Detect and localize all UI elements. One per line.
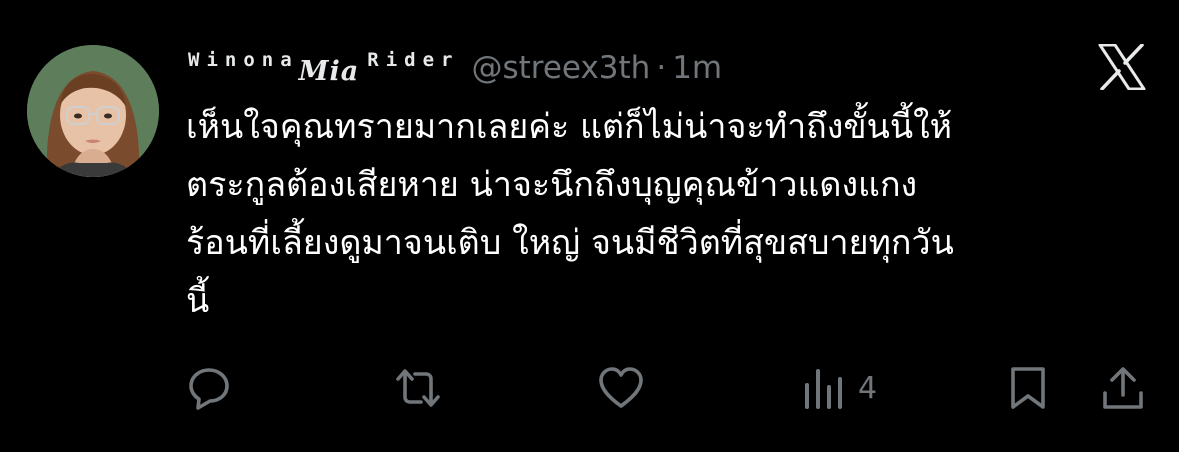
like-button[interactable]	[597, 360, 645, 416]
tweet-card: Winona Mia Rider @streex3th · 1m เห็นใจคุณ…	[0, 0, 1179, 452]
tweet-text-line: นี้	[186, 281, 210, 321]
heart-icon	[597, 365, 645, 411]
user-handle[interactable]: @streex3th	[471, 50, 650, 86]
reply-icon	[186, 365, 232, 411]
tweet-text: เห็นใจคุณทรายมากเลยค่ะ แต่ก็ไม่น่าจะทำถึ…	[186, 98, 1161, 330]
meta-separator: ·	[656, 50, 667, 86]
retweet-button[interactable]	[393, 360, 443, 416]
bookmark-icon	[1008, 365, 1048, 411]
display-name-middle[interactable]: Mia	[299, 56, 360, 87]
views-icon	[804, 365, 844, 411]
tweet-header: Winona Mia Rider @streex3th · 1m	[188, 44, 722, 94]
retweet-icon	[393, 365, 443, 411]
display-name-last[interactable]: Rider	[367, 49, 459, 71]
reply-button[interactable]	[186, 360, 232, 416]
tweet-text-line: ร้อนที่เลี้ยงดูมาจนเติบ ใหญ่ จนมีชีวิตที…	[186, 223, 954, 263]
tweet-text-line: เห็นใจคุณทรายมากเลยค่ะ แต่ก็ไม่น่าจะทำถึ…	[186, 107, 953, 147]
x-logo-icon	[1098, 43, 1146, 91]
tweet-actions: 4	[0, 360, 1179, 420]
share-icon	[1101, 365, 1145, 411]
tweet-meta: @streex3th · 1m	[471, 50, 722, 86]
views-button[interactable]: 4	[804, 360, 877, 416]
tweet-text-line: ตระกูลต้องเสียหาย น่าจะนึกถึงบุญคุณข้าวแ…	[186, 165, 918, 205]
views-count: 4	[858, 370, 878, 406]
share-button[interactable]	[1101, 360, 1145, 416]
display-name-first[interactable]: Winona	[188, 49, 299, 71]
avatar[interactable]	[27, 45, 159, 177]
bookmark-button[interactable]	[1008, 360, 1048, 416]
tweet-timestamp[interactable]: 1m	[672, 50, 722, 86]
